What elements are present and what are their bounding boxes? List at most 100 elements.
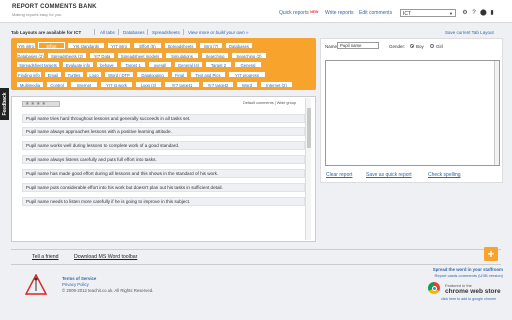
tab-control[interactable]: Control (46, 81, 68, 88)
footer-divider (11, 264, 501, 265)
add-plus-icon[interactable]: + (484, 247, 498, 261)
tab-yr6-intro[interactable]: Yr6 intro (16, 42, 36, 49)
layout-spreadsheets[interactable]: Spreadsheets (152, 30, 180, 35)
tab-simulations[interactable]: Simulations (165, 52, 199, 59)
report-textarea[interactable] (325, 60, 500, 166)
rating-stars[interactable]: ★★★★ (22, 101, 60, 107)
report-scrollbar[interactable] (494, 61, 499, 165)
divider (94, 29, 95, 35)
feedback-tab[interactable]: Feedback (0, 88, 9, 120)
tab-target-1[interactable]: Target 1 (120, 61, 146, 68)
save-tab-layout-link[interactable]: Save current Tab Layout (445, 30, 494, 35)
save-quick-report-link[interactable]: Save as quick report (366, 172, 412, 178)
quick-reports-link[interactable]: Quick reports NEW (279, 10, 318, 16)
layout-all-tabs[interactable]: All tabs (100, 30, 115, 35)
tab-datalogging[interactable]: Datalogging (136, 71, 169, 78)
boy-radio[interactable] (410, 44, 414, 48)
sort-info[interactable]: Default comments | Wide group (243, 101, 296, 105)
site-title[interactable]: REPORT COMMENTS BANK (12, 4, 97, 10)
tab-final[interactable]: Final (171, 71, 188, 78)
tab-internet[interactable]: Internet (70, 81, 98, 88)
comment-row[interactable]: Pupil name needs to listen more carefull… (22, 197, 305, 206)
tab-spreadsheets-2[interactable]: Spreadsheets (2) (47, 52, 87, 59)
layout-view-more[interactable]: View more or build your own » (188, 30, 248, 35)
divider (118, 29, 119, 35)
comment-row[interactable]: Pupil name tries hard throughout lessons… (22, 114, 305, 123)
tab-searching-2[interactable]: Searching (2) (231, 52, 267, 59)
copyright-text: © 2009-2012 teachit.co.uk. All Rights Re… (62, 288, 154, 293)
tell-a-friend-link[interactable]: Tell a friend (32, 254, 59, 260)
new-badge: NEW (310, 10, 319, 14)
tab-logo[interactable]: Logo (86, 71, 102, 78)
tab-evaluate-info[interactable]: Evaluate info (62, 61, 94, 68)
tab-logo-2[interactable]: Logo (2) (135, 81, 162, 88)
cws-name-text[interactable]: chrome web store (445, 288, 501, 295)
girl-label: Girl (436, 44, 443, 49)
tab-effort-5[interactable]: Effort (5) (133, 42, 162, 49)
tab-general[interactable]: General (234, 61, 262, 68)
tab-spreadsheets[interactable]: Spreadsheets (164, 42, 197, 49)
comment-row[interactable]: Pupil name always approaches lessons wit… (22, 127, 305, 136)
chrome-icon[interactable] (428, 282, 440, 294)
tab-multimedia[interactable]: Multimedia (16, 81, 44, 88)
tab-layouts-label: Tab Layouts are available for ICT (11, 30, 82, 35)
location-icon[interactable]: ⬤ (480, 10, 487, 16)
tab-intro-7[interactable]: Intro (7) (199, 42, 223, 49)
privacy-link[interactable]: Privacy Policy (62, 282, 89, 287)
tab-general-4[interactable]: General (4) (174, 61, 203, 68)
tab-word-dtp[interactable]: Word / DTP (104, 71, 134, 78)
tab-spreadsheet-models[interactable]: Spreadsheet models (117, 52, 163, 59)
write-reports-link[interactable]: Write reports (325, 10, 354, 16)
tab-behave[interactable]: behave (96, 61, 118, 68)
tab-overall[interactable]: overall (148, 61, 172, 68)
settings-icon[interactable]: ⚙ (462, 10, 468, 16)
tab-text-and-pics[interactable]: Text and Pics (190, 71, 226, 78)
tab-databases-2[interactable]: Databases (2) (16, 52, 45, 59)
cws-add-link[interactable]: click here to add to google chrome (441, 297, 496, 301)
comment-row[interactable]: Pupil name puts considerable effort into… (22, 183, 305, 192)
download-toolbar-link[interactable]: Download MS Word toolbar (74, 254, 137, 260)
subject-value: ICT (403, 11, 412, 17)
tab-yr7-intro[interactable]: Yr7 intro (107, 42, 131, 49)
comment-row[interactable]: Pupil name works well during lessons to … (22, 141, 305, 150)
tab-target-2[interactable]: Target 2 (205, 61, 232, 68)
tab-yr7-st-work[interactable]: Yr7 st work (100, 81, 133, 88)
chevron-down-icon: ▼ (449, 11, 453, 16)
tab-yr7-data[interactable]: Yr7 Data (89, 52, 115, 59)
tab-yr7-progress[interactable]: Yr7 progress (228, 71, 266, 78)
clear-report-link[interactable]: Clear report (326, 172, 352, 178)
tab-yr7-target1[interactable]: Yr7 target1 (164, 81, 200, 88)
tab-finding-info[interactable]: Finding info (16, 71, 42, 78)
subject-select[interactable]: ICT ▼ (400, 9, 456, 17)
tab-searching[interactable]: Searching (201, 52, 229, 59)
pupil-name-input[interactable]: Pupil name (337, 42, 379, 49)
tab-word[interactable]: Word (236, 81, 258, 88)
tab-internet-2[interactable]: Internet (2) (260, 81, 293, 88)
edit-comments-link[interactable]: Edit comments (359, 10, 392, 16)
help-icon[interactable]: ? (471, 10, 477, 16)
comment-row[interactable]: Pupil name always listens carefully and … (22, 155, 305, 164)
layout-databases[interactable]: Databases (123, 30, 145, 35)
tab-turtles[interactable]: Turtles (64, 71, 84, 78)
feedback-label: Feedback (2, 92, 8, 116)
comment-row[interactable]: Pupil name has made good effort during a… (22, 169, 305, 178)
usb-version-link[interactable]: Report cards comments (USB version) (405, 273, 503, 278)
site-subtitle: Making reports easy for you (12, 12, 62, 17)
check-spelling-link[interactable]: Check spelling (428, 172, 461, 178)
tab-spreadsheet-targets[interactable]: Spreadsheet targets (16, 61, 60, 68)
terms-link[interactable]: Terms of Service (62, 276, 96, 281)
comments-scrollbar[interactable] (305, 98, 311, 240)
tab-yr7-target2[interactable]: Yr7 target2 (202, 81, 234, 88)
spread-word-link[interactable]: Spread the word in your staffroom (425, 267, 503, 272)
quick-reports-label: Quick reports (279, 10, 309, 16)
scrollbar-thumb[interactable] (306, 108, 311, 148)
tab-effort[interactable]: Effort (38, 42, 65, 49)
lock-icon[interactable]: ▮ (489, 10, 495, 16)
tab-yr6-standards[interactable]: Yr6 standards (67, 42, 105, 49)
top-bar: REPORT COMMENTS BANK Making reports easy… (0, 0, 512, 23)
tab-databases[interactable]: Databases (225, 42, 253, 49)
tab-email[interactable]: Email (44, 71, 62, 78)
gender-label: Gender: (389, 44, 406, 49)
divider (147, 29, 148, 35)
girl-radio[interactable] (430, 44, 434, 48)
